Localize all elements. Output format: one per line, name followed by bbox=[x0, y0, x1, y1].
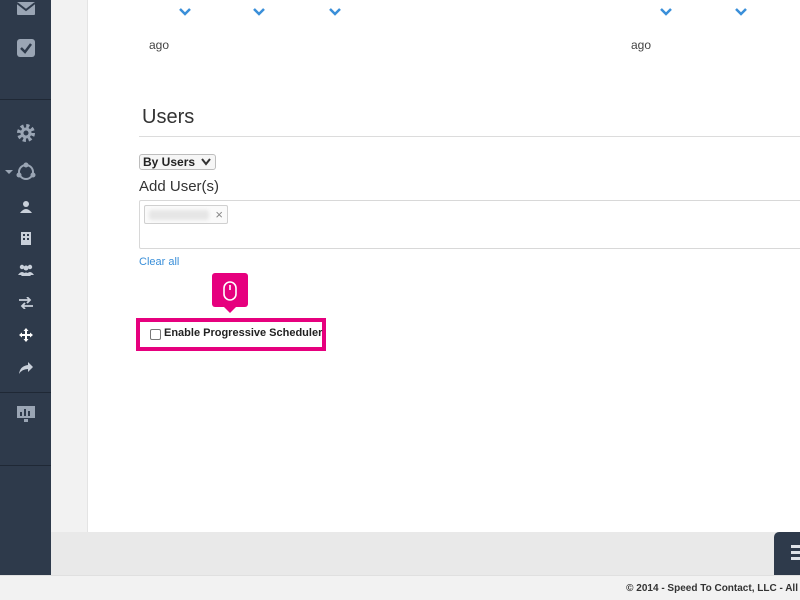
group-icon[interactable] bbox=[0, 263, 51, 277]
sidebar-divider bbox=[0, 99, 51, 100]
floating-menu-button[interactable] bbox=[774, 532, 800, 575]
copyright-text: © 2014 - Speed To Contact, LLC - All bbox=[626, 583, 798, 594]
user-token-label: •••••••• bbox=[149, 210, 209, 220]
chevron-down-icon[interactable] bbox=[734, 6, 748, 18]
mail-icon[interactable] bbox=[0, 0, 51, 20]
user-filter-select[interactable]: By Users bbox=[139, 154, 216, 170]
sidebar bbox=[0, 0, 51, 575]
workflow-icon[interactable] bbox=[0, 161, 51, 183]
building-icon[interactable] bbox=[0, 231, 51, 245]
sidebar-divider bbox=[0, 392, 51, 393]
chevron-down-icon[interactable] bbox=[659, 6, 673, 18]
progressive-scheduler-label[interactable]: Enable Progressive Scheduler bbox=[164, 327, 322, 339]
bottom-bar bbox=[51, 532, 800, 575]
tasks-icon[interactable] bbox=[0, 36, 51, 60]
progressive-scheduler-checkbox[interactable] bbox=[150, 329, 161, 340]
footer: © 2014 - Speed To Contact, LLC - All bbox=[0, 575, 800, 600]
user-token: •••••••• × bbox=[144, 205, 228, 224]
users-multiselect-input[interactable]: •••••••• × bbox=[139, 200, 800, 249]
monitor-chart-icon[interactable] bbox=[0, 406, 51, 422]
user-icon[interactable] bbox=[0, 199, 51, 213]
forward-icon[interactable] bbox=[0, 361, 51, 375]
add-users-label: Add User(s) bbox=[139, 178, 220, 195]
select-value: By Users bbox=[143, 155, 196, 169]
move-icon[interactable] bbox=[0, 328, 51, 342]
time-ago-text: ago bbox=[631, 38, 652, 52]
gear-icon[interactable] bbox=[0, 122, 51, 144]
chevron-down-icon[interactable] bbox=[328, 6, 342, 18]
sidebar-divider bbox=[0, 465, 51, 466]
transfer-icon[interactable] bbox=[0, 296, 51, 310]
click-hint-tooltip bbox=[212, 273, 248, 313]
mouse-icon bbox=[223, 281, 237, 301]
chevron-down-icon[interactable] bbox=[178, 6, 192, 18]
clear-all-link[interactable]: Clear all bbox=[139, 256, 179, 268]
chevron-down-icon bbox=[201, 158, 211, 166]
section-divider bbox=[139, 136, 800, 137]
chevron-down-icon[interactable] bbox=[252, 6, 266, 18]
remove-token-icon[interactable]: × bbox=[215, 207, 223, 222]
content-panel bbox=[87, 0, 800, 532]
users-section-title: Users bbox=[142, 106, 195, 128]
time-ago-text: ago bbox=[149, 38, 170, 52]
